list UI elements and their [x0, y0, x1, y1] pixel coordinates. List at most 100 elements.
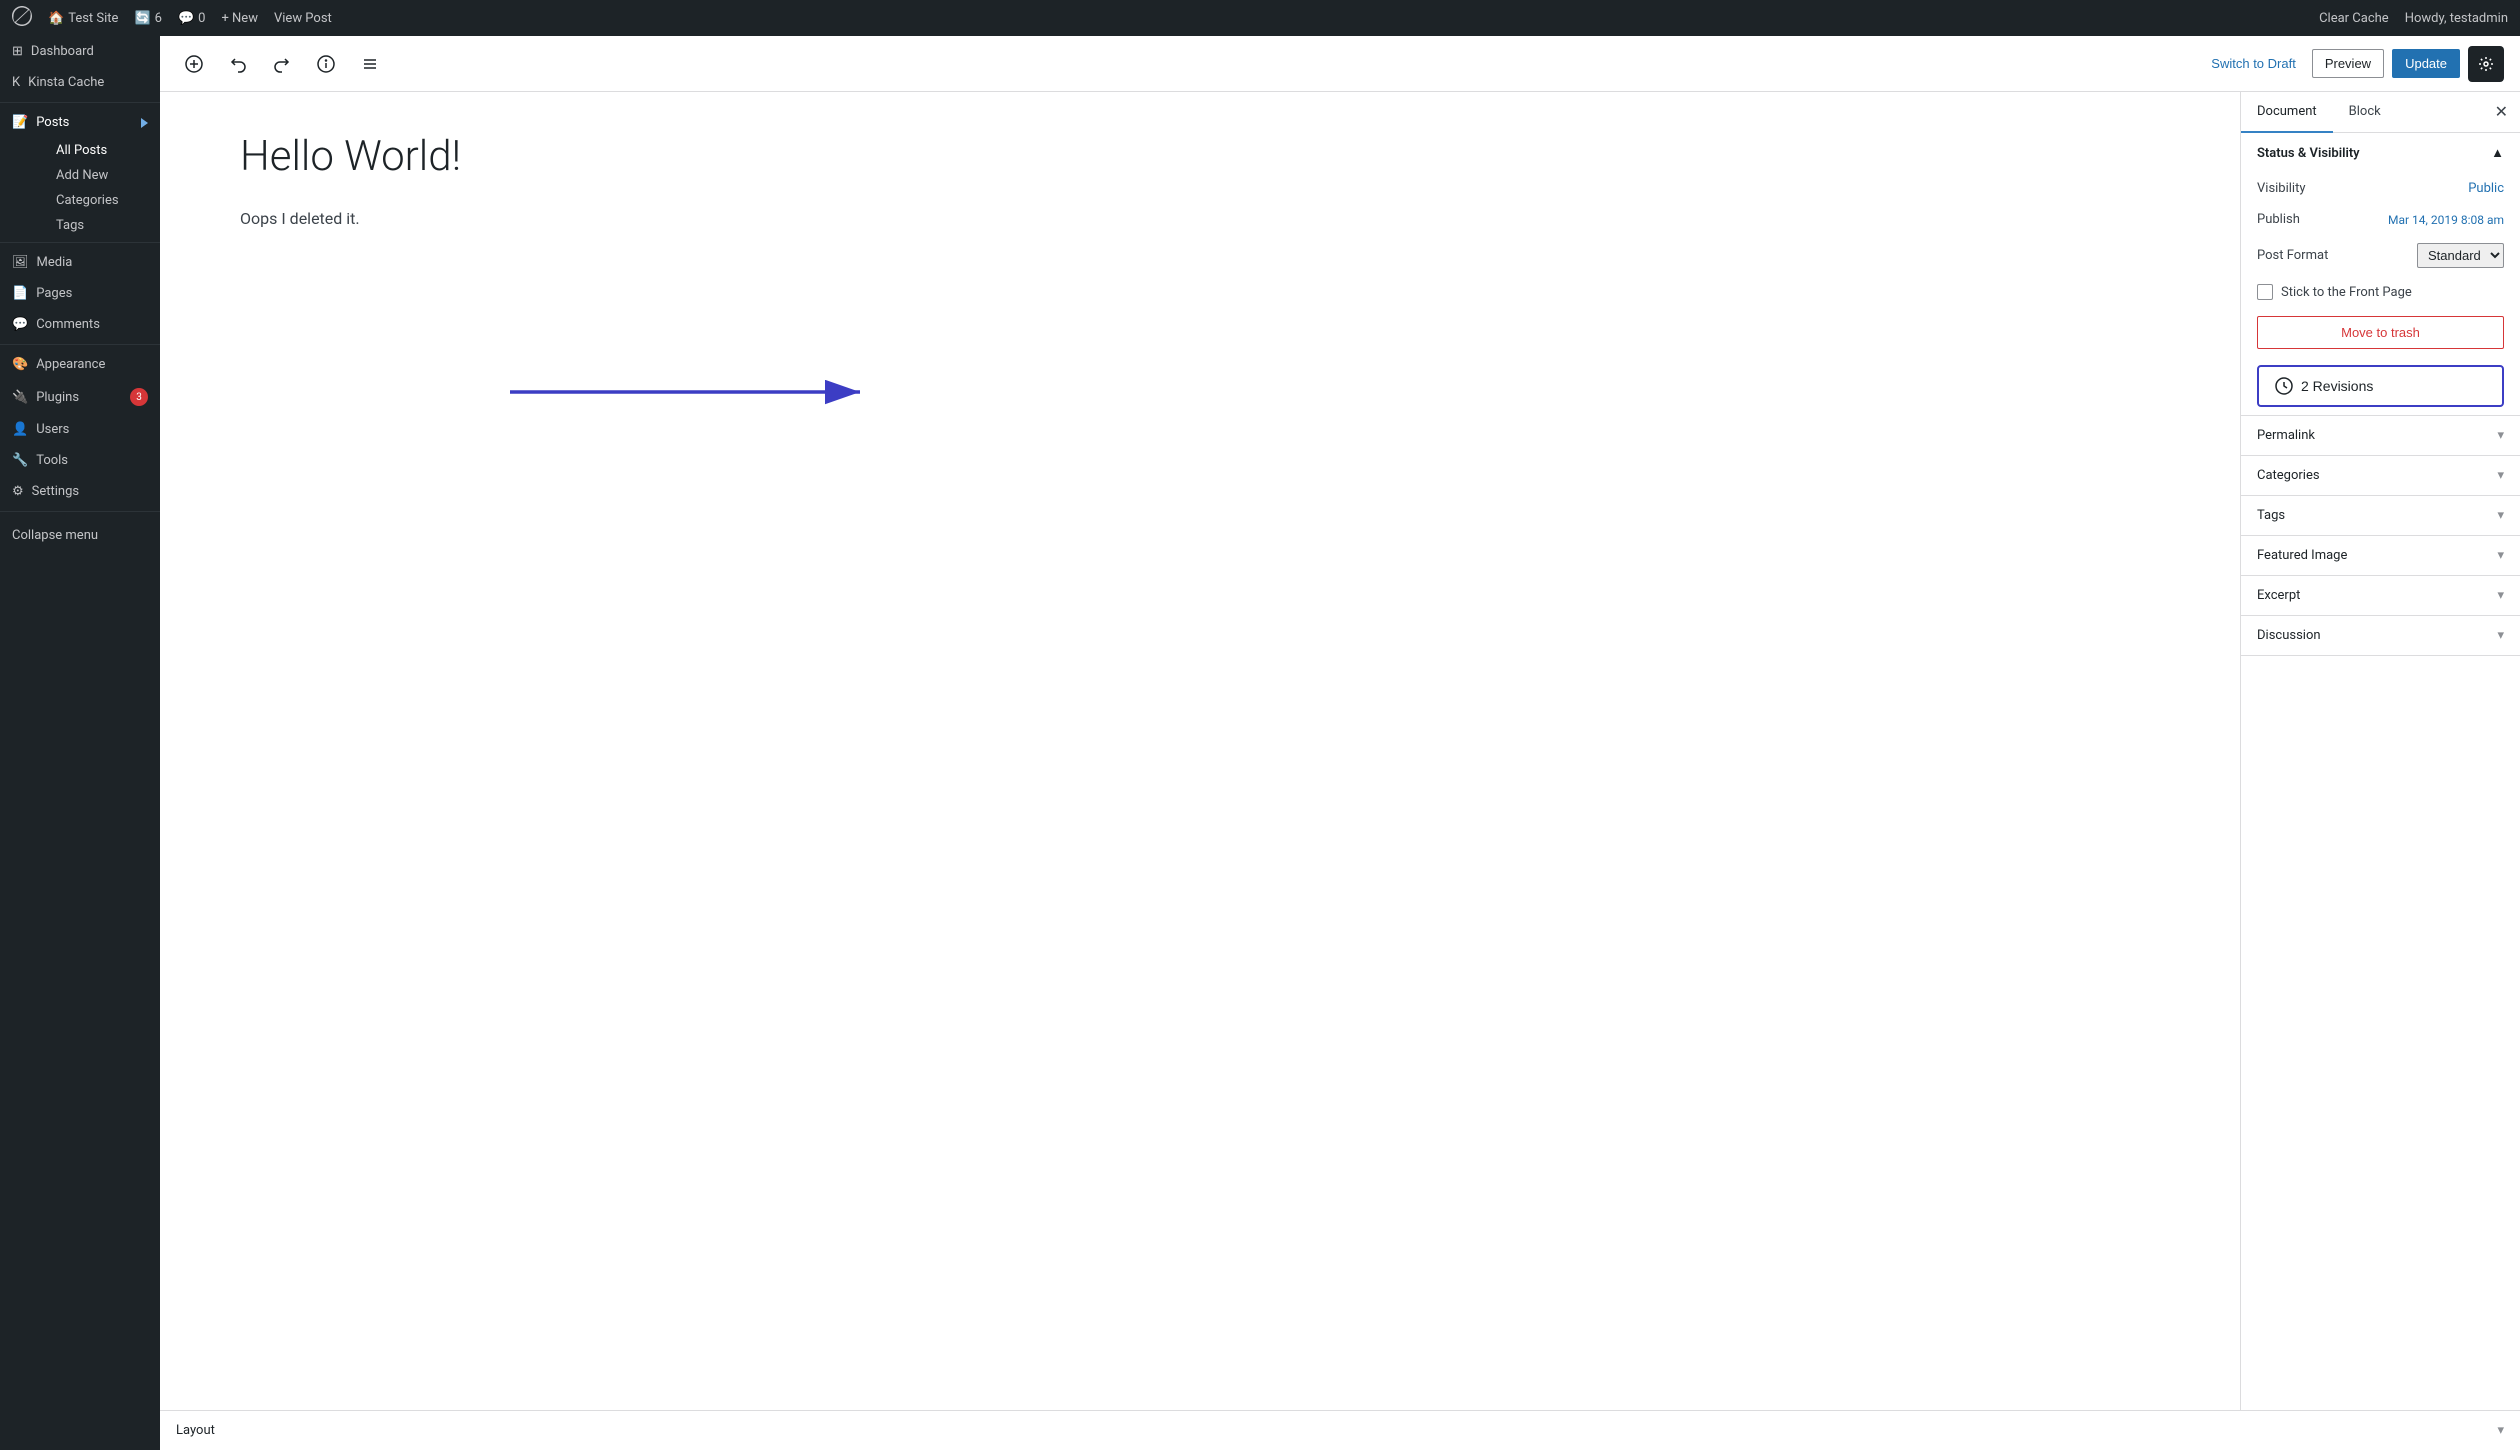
undo-button[interactable]: [220, 46, 256, 82]
sidebar: ⊞ Dashboard K Kinsta Cache 📝 Posts All P…: [0, 36, 160, 1450]
panel-tabs: Document Block ✕: [2241, 92, 2520, 133]
editor-canvas[interactable]: Hello World! Oops I deleted it.: [160, 92, 2240, 1410]
updates-link[interactable]: 🔄 6: [134, 11, 162, 26]
collapse-menu-button[interactable]: Collapse menu: [0, 516, 160, 555]
sidebar-item-all-posts[interactable]: All Posts: [28, 138, 160, 163]
settings-icon: ⚙: [12, 484, 24, 499]
permalink-chevron-icon: ▾: [2497, 428, 2504, 443]
pages-icon: 📄: [12, 286, 28, 301]
revisions-clock-icon: [2275, 377, 2293, 395]
admin-bar: 🏠 Test Site 🔄 6 💬 0 + New View Post Clea…: [0, 0, 2520, 36]
publish-row: Publish Mar 14, 2019 8:08 am: [2241, 204, 2520, 235]
toolbar-left: [176, 46, 2195, 82]
sidebar-posts-submenu: All Posts Add New Categories Tags: [0, 138, 160, 238]
tab-block[interactable]: Block: [2333, 92, 2397, 133]
visibility-row: Visibility Public: [2241, 173, 2520, 204]
posts-arrow-icon: [141, 118, 148, 128]
sidebar-item-dashboard[interactable]: ⊞ Dashboard: [0, 36, 160, 67]
annotation-arrow: [160, 92, 2240, 1410]
users-icon: 👤: [12, 422, 28, 437]
layout-bar: Layout ▾: [160, 1410, 2520, 1450]
view-post-link[interactable]: View Post: [274, 11, 332, 26]
sidebar-item-comments[interactable]: 💬 Comments: [0, 309, 160, 340]
howdy-label[interactable]: Howdy, testadmin: [2405, 11, 2508, 26]
posts-icon: 📝: [12, 115, 28, 130]
panel-close-button[interactable]: ✕: [2483, 94, 2520, 130]
sidebar-item-kinsta-cache[interactable]: K Kinsta Cache: [0, 67, 160, 98]
sidebar-item-appearance[interactable]: 🎨 Appearance: [0, 349, 160, 380]
publish-label: Publish: [2257, 212, 2300, 227]
sidebar-divider-1: [0, 102, 160, 103]
categories-section[interactable]: Categories ▾: [2241, 456, 2520, 496]
add-block-button[interactable]: [176, 46, 212, 82]
excerpt-chevron-icon: ▾: [2497, 588, 2504, 603]
visibility-label: Visibility: [2257, 181, 2306, 196]
toolbar-right: Switch to Draft Preview Update: [2203, 46, 2504, 82]
dashboard-icon: ⊞: [12, 44, 23, 59]
discussion-section[interactable]: Discussion ▾: [2241, 616, 2520, 656]
site-name-link[interactable]: 🏠 Test Site: [48, 11, 118, 26]
info-button[interactable]: [308, 46, 344, 82]
sidebar-item-tools[interactable]: 🔧 Tools: [0, 445, 160, 476]
sidebar-divider-2: [0, 242, 160, 243]
update-button[interactable]: Update: [2392, 49, 2460, 78]
post-format-select[interactable]: Standard: [2417, 243, 2504, 268]
discussion-chevron-icon: ▾: [2497, 628, 2504, 643]
status-visibility-header[interactable]: Status & Visibility ▲: [2241, 133, 2520, 173]
wp-logo-icon[interactable]: [12, 6, 32, 30]
tags-chevron-icon: ▾: [2497, 508, 2504, 523]
move-to-trash-button[interactable]: Move to trash: [2257, 316, 2504, 349]
preview-button[interactable]: Preview: [2312, 49, 2384, 78]
sidebar-divider-3: [0, 344, 160, 345]
post-title[interactable]: Hello World!: [240, 132, 2160, 182]
right-panel: Document Block ✕ Status & Visibility ▲ V…: [2240, 92, 2520, 1410]
arrow-svg: [160, 92, 2240, 1410]
sidebar-item-categories[interactable]: Categories: [28, 188, 160, 213]
sidebar-item-tags[interactable]: Tags: [28, 213, 160, 238]
permalink-section[interactable]: Permalink ▾: [2241, 416, 2520, 456]
list-view-button[interactable]: [352, 46, 388, 82]
stick-row: Stick to the Front Page: [2241, 276, 2520, 308]
plugins-badge: 3: [130, 388, 148, 406]
redo-button[interactable]: [264, 46, 300, 82]
appearance-icon: 🎨: [12, 357, 28, 372]
featured-image-section[interactable]: Featured Image ▾: [2241, 536, 2520, 576]
excerpt-section[interactable]: Excerpt ▾: [2241, 576, 2520, 616]
editor-body: Hello World! Oops I deleted it.: [160, 92, 2520, 1410]
comments-link[interactable]: 💬 0: [178, 11, 206, 26]
comments-icon: 💬: [12, 317, 28, 332]
layout-chevron-icon: ▾: [2497, 1423, 2504, 1438]
tools-icon: 🔧: [12, 453, 28, 468]
kinsta-icon: K: [12, 75, 20, 90]
stick-checkbox[interactable]: [2257, 284, 2273, 300]
revisions-button[interactable]: 2 Revisions: [2257, 365, 2504, 407]
plugins-icon: 🔌: [12, 390, 28, 405]
switch-to-draft-button[interactable]: Switch to Draft: [2203, 50, 2304, 77]
post-format-label: Post Format: [2257, 248, 2328, 263]
sidebar-item-users[interactable]: 👤 Users: [0, 414, 160, 445]
content-area: Switch to Draft Preview Update Hello Wor…: [160, 36, 2520, 1450]
sidebar-divider-4: [0, 511, 160, 512]
stick-label: Stick to the Front Page: [2281, 285, 2412, 300]
sidebar-item-settings[interactable]: ⚙ Settings: [0, 476, 160, 507]
clear-cache-link[interactable]: Clear Cache: [2319, 11, 2389, 26]
tags-section[interactable]: Tags ▾: [2241, 496, 2520, 536]
tab-document[interactable]: Document: [2241, 92, 2333, 133]
publish-value[interactable]: Mar 14, 2019 8:08 am: [2388, 213, 2504, 227]
categories-chevron-icon: ▾: [2497, 468, 2504, 483]
layout-label: Layout: [176, 1423, 2497, 1438]
post-content[interactable]: Oops I deleted it.: [240, 206, 2160, 232]
sidebar-item-add-new[interactable]: Add New: [28, 163, 160, 188]
sidebar-item-posts[interactable]: 📝 Posts: [0, 107, 160, 138]
main-layout: ⊞ Dashboard K Kinsta Cache 📝 Posts All P…: [0, 36, 2520, 1450]
new-content-link[interactable]: + New: [221, 11, 258, 26]
status-visibility-section: Status & Visibility ▲ Visibility Public …: [2241, 133, 2520, 416]
media-icon: 🖼: [12, 255, 29, 270]
sidebar-item-pages[interactable]: 📄 Pages: [0, 278, 160, 309]
sidebar-item-media[interactable]: 🖼 Media: [0, 247, 160, 278]
visibility-value[interactable]: Public: [2468, 181, 2504, 196]
featured-image-chevron-icon: ▾: [2497, 548, 2504, 563]
sidebar-item-plugins[interactable]: 🔌 Plugins 3: [0, 380, 160, 414]
settings-toggle-button[interactable]: [2468, 46, 2504, 82]
editor-toolbar: Switch to Draft Preview Update: [160, 36, 2520, 92]
